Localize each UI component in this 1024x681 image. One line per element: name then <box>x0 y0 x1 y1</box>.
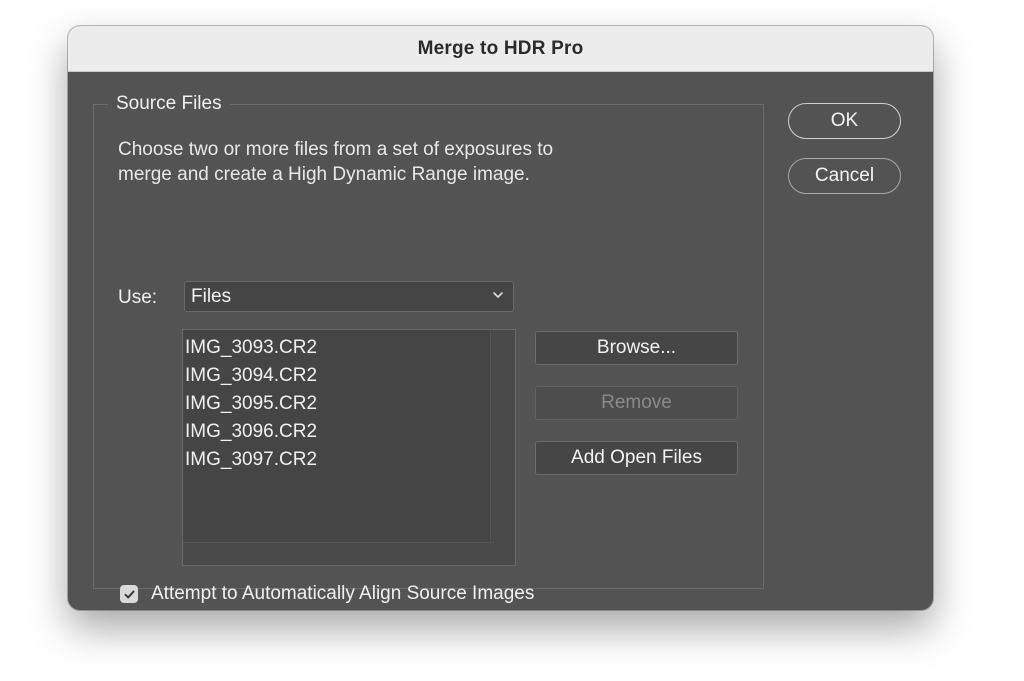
use-label: Use: <box>118 287 158 308</box>
description-line-2: merge and create a High Dynamic Range im… <box>118 164 530 185</box>
browse-button[interactable]: Browse... <box>535 331 738 365</box>
file-list-item[interactable]: IMG_3097.CR2 <box>183 446 493 474</box>
file-list-item[interactable]: IMG_3096.CR2 <box>183 418 493 446</box>
source-files-group: Source Files Choose two or more files fr… <box>93 91 764 604</box>
ok-button[interactable]: OK <box>788 103 901 139</box>
file-list-item[interactable]: IMG_3093.CR2 <box>183 334 493 362</box>
title-bar[interactable]: Merge to HDR Pro <box>68 26 933 72</box>
file-list-rows: IMG_3093.CR2 IMG_3094.CR2 IMG_3095.CR2 IMG_… <box>183 334 493 474</box>
remove-button[interactable]: Remove <box>535 386 738 420</box>
cancel-button[interactable]: Cancel <box>788 158 901 194</box>
file-list-item[interactable]: IMG_3095.CR2 <box>183 390 493 418</box>
add-open-files-button[interactable]: Add Open Files <box>535 441 738 475</box>
chevron-down-icon <box>493 292 503 298</box>
source-files-description: Choose two or more files from a set of e… <box>118 137 678 187</box>
align-images-option[interactable]: Attempt to Automatically Align Source Im… <box>120 583 534 605</box>
align-images-checkbox[interactable] <box>120 585 138 603</box>
file-list-item[interactable]: IMG_3094.CR2 <box>183 362 493 390</box>
merge-to-hdr-dialog: Merge to HDR Pro Source Files Choose two… <box>68 26 933 610</box>
use-dropdown-value: Files <box>191 285 232 307</box>
use-dropdown[interactable]: Files <box>184 281 514 312</box>
checkmark-icon <box>124 590 134 598</box>
source-file-list[interactable]: IMG_3093.CR2 IMG_3094.CR2 IMG_3095.CR2 IMG_… <box>182 329 516 566</box>
source-files-legend: Source Files <box>108 91 230 117</box>
file-list-horizontal-scrollbar[interactable] <box>183 542 493 565</box>
dialog-title: Merge to HDR Pro <box>417 37 584 59</box>
description-line-1: Choose two or more files from a set of e… <box>118 139 554 160</box>
align-images-label: Attempt to Automatically Align Source Im… <box>151 583 535 604</box>
file-list-vertical-scrollbar[interactable] <box>490 330 515 565</box>
